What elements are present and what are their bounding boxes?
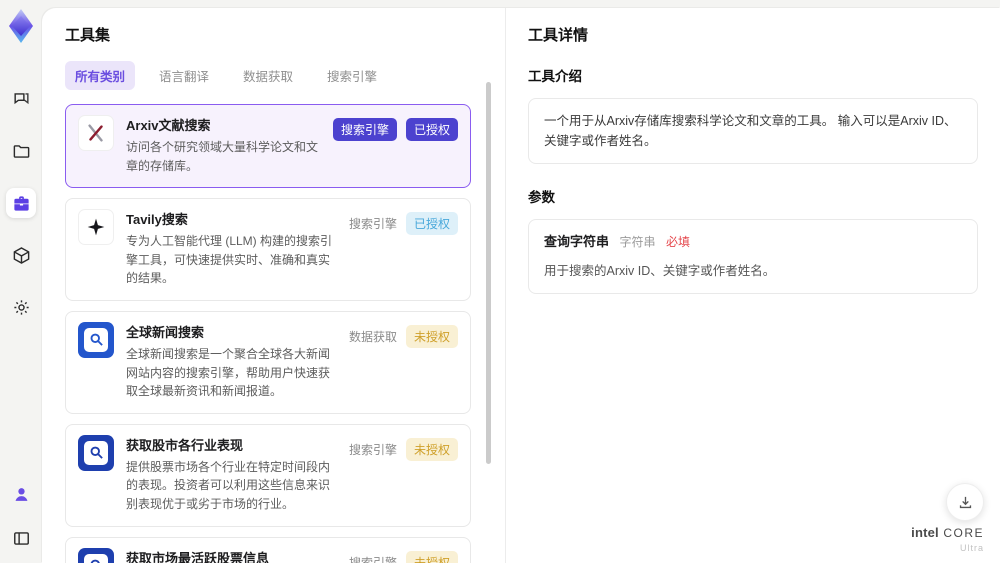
category-badge: 数据获取 xyxy=(348,329,397,344)
intel-logo-text: intel xyxy=(911,525,939,540)
chat-icon[interactable] xyxy=(6,84,36,114)
param-box: 查询字符串 字符串 必填 用于搜索的Arxiv ID、关键字或作者姓名。 xyxy=(528,219,978,294)
tool-desc: 全球新闻搜索是一个聚合全球各大新闻网站内容的搜索引擎，帮助用户快速获取全球最新资… xyxy=(126,346,331,399)
tool-name: 获取股市各行业表现 xyxy=(126,437,244,453)
status-badge: 已授权 xyxy=(405,212,458,236)
cube-icon[interactable] xyxy=(6,240,36,270)
tool-card-sector-performance[interactable]: 获取股市各行业表现 提供股票市场各个行业在特定时间段内的表现。投资者可以利用这些… xyxy=(65,423,471,527)
tools-briefcase-icon[interactable] xyxy=(6,188,36,218)
arxiv-icon xyxy=(78,115,114,151)
news-search-icon xyxy=(78,321,114,358)
core-logo-text: CORE xyxy=(943,526,984,540)
tab-all-categories[interactable]: 所有类别 xyxy=(65,61,136,90)
tool-list: Arxiv文献搜索 访问各个研究领域大量科学论文和文章的存储库。 搜索引擎 已授… xyxy=(65,104,485,563)
status-badge: 已授权 xyxy=(405,118,458,141)
intro-heading: 工具介绍 xyxy=(528,69,582,84)
page-title: 工具集 xyxy=(65,27,111,44)
stock-search-icon xyxy=(78,434,114,471)
tool-card-most-active-stocks[interactable]: 获取市场最活跃股票信息 提供当天交易量最高的股票列表，投资者可以利用这些信息来识… xyxy=(65,536,471,563)
tab-language-translation[interactable]: 语言翻译 xyxy=(149,61,219,90)
intro-box: 一个用于从Arxiv存储库搜索科学论文和文章的工具。 输入可以是Arxiv ID… xyxy=(528,98,978,164)
intro-text: 一个用于从Arxiv存储库搜索科学论文和文章的工具。 输入可以是Arxiv ID… xyxy=(544,114,957,148)
params-heading: 参数 xyxy=(528,190,555,205)
category-badge: 搜索引擎 xyxy=(332,118,397,141)
param-desc: 用于搜索的Arxiv ID、关键字或作者姓名。 xyxy=(544,263,776,278)
status-badge: 未授权 xyxy=(405,324,458,348)
category-badge: 搜索引擎 xyxy=(348,217,397,232)
tool-detail-panel: 工具详情 工具介绍 一个用于从Arxiv存储库搜索科学论文和文章的工具。 输入可… xyxy=(505,8,1000,563)
tool-name: Tavily搜索 xyxy=(126,212,188,228)
param-type: 字符串 xyxy=(619,235,656,249)
category-badge: 搜索引擎 xyxy=(348,555,397,563)
nav-rail xyxy=(0,0,42,563)
app-window: 工具集 所有类别 语言翻译 数据获取 搜索引擎 Arxiv文献搜索 访问各个研究… xyxy=(0,0,1000,563)
download-button[interactable] xyxy=(946,483,984,521)
list-scrollbar[interactable] xyxy=(486,82,491,464)
status-badge: 未授权 xyxy=(405,437,458,461)
panel-toggle-icon[interactable] xyxy=(6,523,36,553)
intel-core-badge: intel CORE Ultra xyxy=(911,525,984,553)
category-badge: 搜索引擎 xyxy=(348,442,397,457)
status-badge: 未授权 xyxy=(405,550,458,563)
tool-card-global-news[interactable]: 全球新闻搜索 全球新闻搜索是一个聚合全球各大新闻网站内容的搜索引擎，帮助用户快速… xyxy=(65,310,471,414)
tool-card-tavily[interactable]: Tavily搜索 专为人工智能代理 (LLM) 构建的搜索引擎工具，可快速提供实… xyxy=(65,198,471,301)
tool-name: 全球新闻搜索 xyxy=(126,324,205,340)
tool-name: Arxiv文献搜索 xyxy=(126,118,211,133)
tool-card-arxiv[interactable]: Arxiv文献搜索 访问各个研究领域大量科学论文和文章的存储库。 搜索引擎 已授… xyxy=(65,104,471,189)
tab-data-fetch[interactable]: 数据获取 xyxy=(233,61,303,90)
tavily-star-icon xyxy=(78,209,114,246)
user-avatar-icon[interactable] xyxy=(6,479,36,509)
tool-desc: 专为人工智能代理 (LLM) 构建的搜索引擎工具，可快速提供实时、准确和真实的结… xyxy=(126,234,333,286)
stock-search-icon xyxy=(78,547,114,563)
ultra-logo-text: Ultra xyxy=(959,543,984,553)
tab-search-engine[interactable]: 搜索引擎 xyxy=(317,61,387,90)
app-logo-icon xyxy=(9,9,33,43)
tool-desc: 提供股票市场各个行业在特定时间段内的表现。投资者可以利用这些信息来识别表现优于或… xyxy=(126,459,331,511)
tool-list-panel: 工具集 所有类别 语言翻译 数据获取 搜索引擎 Arxiv文献搜索 访问各个研究… xyxy=(42,8,505,563)
content-card: 工具集 所有类别 语言翻译 数据获取 搜索引擎 Arxiv文献搜索 访问各个研究… xyxy=(42,8,1000,563)
gear-icon[interactable] xyxy=(6,292,36,322)
download-icon xyxy=(959,496,971,508)
param-name: 查询字符串 xyxy=(544,234,610,249)
tool-desc: 访问各个研究领域大量科学论文和文章的存储库。 xyxy=(126,140,319,173)
folder-icon[interactable] xyxy=(6,136,36,166)
detail-title: 工具详情 xyxy=(528,27,589,44)
category-tabs: 所有类别 语言翻译 数据获取 搜索引擎 xyxy=(65,61,485,90)
param-required-badge: 必填 xyxy=(666,235,691,249)
tool-name: 获取市场最活跃股票信息 xyxy=(126,550,270,563)
